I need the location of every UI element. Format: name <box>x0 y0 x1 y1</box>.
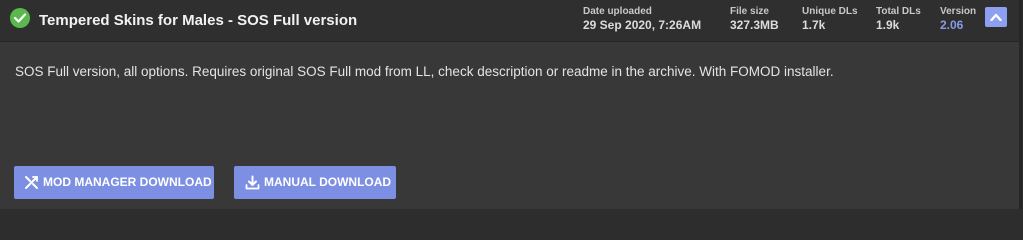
stat-value: 2.06 <box>940 18 964 32</box>
manual-download-button[interactable]: MANUAL DOWNLOAD <box>234 166 396 199</box>
file-panel: Tempered Skins for Males - SOS Full vers… <box>0 0 1023 209</box>
mod-manager-download-label: MOD MANAGER DOWNLOAD <box>43 175 212 189</box>
stat-label: Date uploaded <box>583 6 652 17</box>
stat-value: 29 Sep 2020, 7:26AM <box>583 18 702 32</box>
stat-value: 327.3MB <box>730 18 779 32</box>
stat-value: 1.9k <box>876 18 900 32</box>
stat-date-uploaded: Date uploaded 29 Sep 2020, 7:26AM <box>583 6 701 32</box>
vortex-icon <box>25 176 38 189</box>
download-icon <box>245 175 260 190</box>
scrollbar-track[interactable] <box>1019 0 1022 209</box>
stat-label: Version <box>940 6 977 17</box>
stat-file-size: File size 327.3MB <box>730 6 779 32</box>
file-header[interactable]: Tempered Skins for Males - SOS Full vers… <box>0 0 1020 42</box>
stat-total-dls: Total DLs 1.9k <box>876 6 921 32</box>
file-description: SOS Full version, all options. Requires … <box>15 64 834 79</box>
stat-label: Total DLs <box>876 6 921 17</box>
stat-label: File size <box>730 6 769 17</box>
manual-download-label: MANUAL DOWNLOAD <box>264 175 392 189</box>
stat-version: Version 2.06 <box>940 6 976 32</box>
mod-manager-download-button[interactable]: MOD MANAGER DOWNLOAD <box>14 166 214 199</box>
stat-unique-dls: Unique DLs 1.7k <box>802 6 858 32</box>
check-circle-icon <box>10 8 30 28</box>
stat-label: Unique DLs <box>802 6 858 17</box>
stat-value: 1.7k <box>802 18 826 32</box>
chevron-up-icon <box>990 13 1002 21</box>
collapse-button[interactable] <box>985 7 1007 27</box>
file-title: Tempered Skins for Males - SOS Full vers… <box>39 12 358 29</box>
